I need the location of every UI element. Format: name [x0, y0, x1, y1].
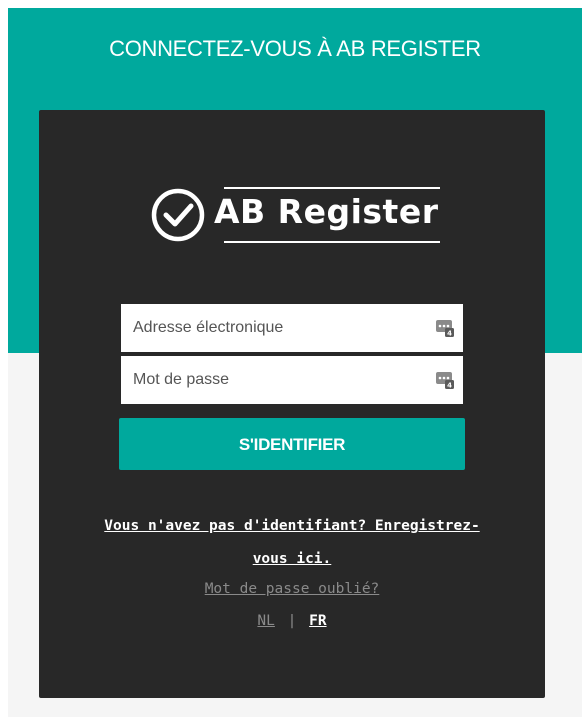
check-circle-icon: [151, 188, 205, 242]
register-link-line2: vous ici.: [252, 551, 332, 567]
ab-register-logo: AB Register: [146, 183, 446, 247]
forgot-password-link[interactable]: Mot de passe oublié?: [39, 576, 545, 602]
email-field[interactable]: [121, 304, 421, 352]
svg-text:4: 4: [447, 382, 452, 390]
password-manager-key-icon[interactable]: 4: [435, 370, 455, 390]
language-fr-link[interactable]: FR: [309, 613, 326, 629]
login-page: CONNECTEZ-VOUS À AB REGISTER AB Register…: [0, 0, 582, 717]
language-nl-link[interactable]: NL: [257, 613, 274, 629]
password-field-wrapper: 4: [121, 356, 463, 404]
password-field[interactable]: [121, 356, 421, 404]
register-link-line1: Vous n'avez pas d'identifiant? Enregistr…: [104, 518, 480, 534]
logo-top-rule: [224, 187, 440, 189]
logo-text: AB Register: [214, 192, 439, 231]
login-links: Vous n'avez pas d'identifiant? Enregistr…: [39, 510, 545, 632]
language-switcher: NL | FR: [39, 610, 545, 632]
language-separator: |: [287, 613, 297, 629]
svg-text:4: 4: [447, 330, 452, 338]
logo-bottom-rule: [224, 241, 440, 243]
email-field-wrapper: 4: [121, 304, 463, 352]
page-title: CONNECTEZ-VOUS À AB REGISTER: [109, 36, 481, 61]
password-manager-key-icon[interactable]: 4: [435, 318, 455, 338]
register-link[interactable]: Vous n'avez pas d'identifiant? Enregistr…: [102, 510, 482, 576]
login-button[interactable]: S'IDENTIFIER: [119, 418, 465, 470]
login-card: AB Register 4 4: [39, 110, 545, 698]
